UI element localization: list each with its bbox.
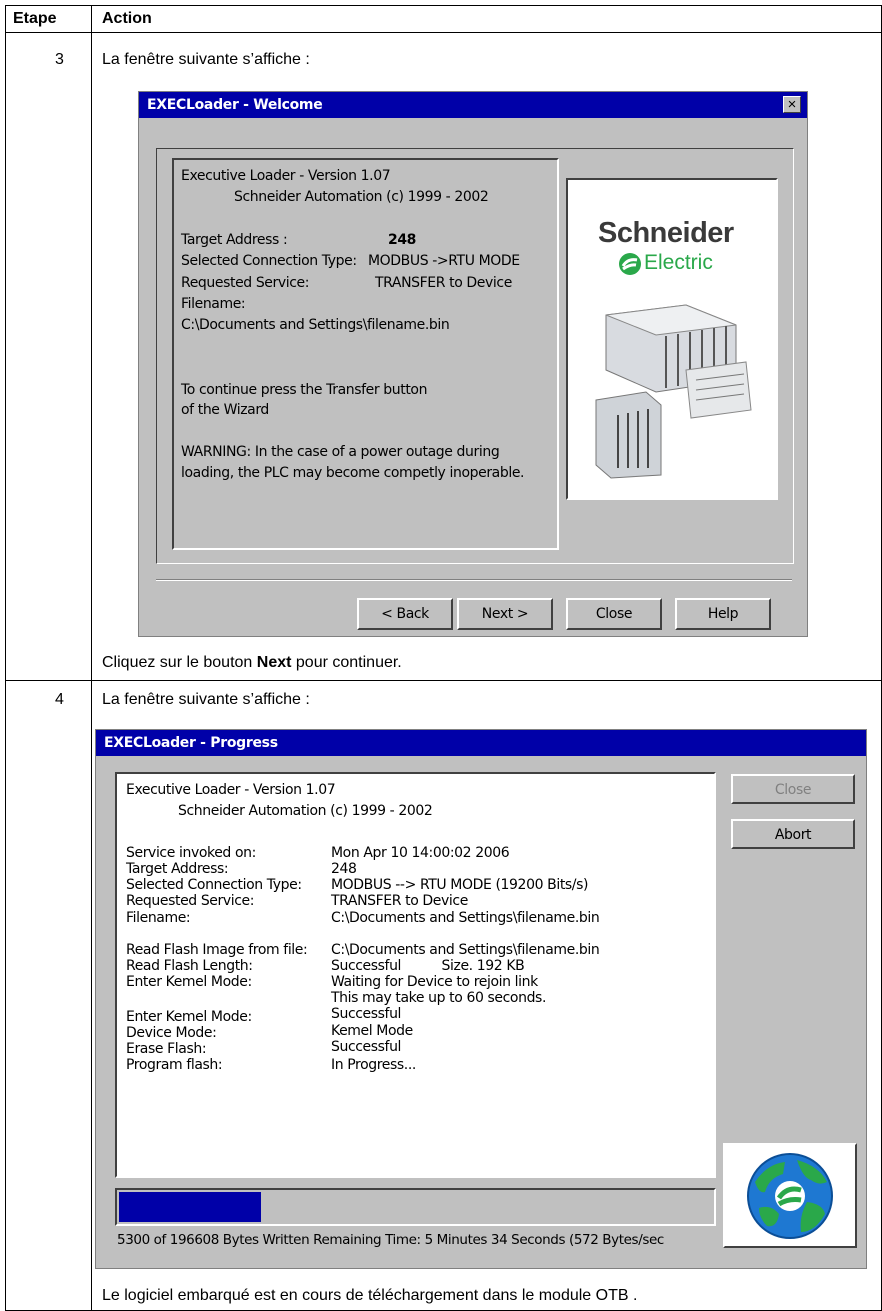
log-value: 248 bbox=[331, 861, 357, 877]
log-value: In Progress... bbox=[331, 1057, 416, 1073]
schneider-logo-panel: Schneider Electric bbox=[566, 178, 778, 500]
step-number-3: 3 bbox=[55, 51, 64, 68]
progress-bar bbox=[115, 1188, 716, 1226]
log-label: Device Mode: bbox=[126, 1025, 217, 1041]
progress-version-line: Executive Loader - Version 1.07 bbox=[126, 782, 336, 798]
abort-button[interactable]: Abort bbox=[731, 819, 855, 849]
progress-status-text: 5300 of 196608 Bytes Written Remaining T… bbox=[117, 1232, 664, 1248]
progress-dialog: EXECLoader - Progress Executive Loader -… bbox=[95, 729, 867, 1269]
progress-copyright-line: Schneider Automation (c) 1999 - 2002 bbox=[178, 803, 433, 819]
close-button[interactable]: Close bbox=[566, 598, 662, 630]
log-label: Requested Service: bbox=[126, 893, 255, 909]
log-label: Program flash: bbox=[126, 1057, 223, 1073]
welcome-warning-line2: loading, the PLC may become competly ino… bbox=[181, 465, 525, 481]
log-label: Read Flash Image from file: bbox=[126, 942, 308, 958]
log-label: Target Address: bbox=[126, 861, 229, 877]
globe-panel bbox=[723, 1143, 857, 1248]
step3-intro: La fenêtre suivante s’affiche : bbox=[102, 51, 310, 68]
welcome-version-line: Executive Loader - Version 1.07 bbox=[181, 168, 391, 184]
welcome-warning-line1: WARNING: In the case of a power outage d… bbox=[181, 444, 500, 460]
log-value: Waiting for Device to rejoin link bbox=[331, 974, 538, 990]
step3-instruction: Cliquez sur le bouton Next pour continue… bbox=[102, 654, 402, 671]
log-value: C:\Documents and Settings\filename.bin bbox=[331, 910, 600, 926]
progress-titlebar: EXECLoader - Progress bbox=[96, 730, 866, 756]
welcome-copyright-line: Schneider Automation (c) 1999 - 2002 bbox=[234, 189, 489, 205]
welcome-conn-value: MODBUS ->RTU MODE bbox=[368, 253, 520, 269]
brand-name: Schneider bbox=[598, 217, 734, 249]
log-value: Successful Size. 192 KB bbox=[331, 958, 525, 974]
header-step: Etape bbox=[13, 10, 57, 27]
log-value: C:\Documents and Settings\filename.bin bbox=[331, 942, 600, 958]
log-value: TRANSFER to Device bbox=[331, 893, 468, 909]
close-icon[interactable]: × bbox=[783, 96, 801, 113]
globe-icon bbox=[747, 1153, 833, 1239]
log-label: Read Flash Length: bbox=[126, 958, 253, 974]
schneider-logo-icon bbox=[618, 252, 642, 276]
welcome-titlebar: EXECLoader - Welcome bbox=[139, 92, 807, 118]
welcome-dialog: EXECLoader - Welcome × Executive Loader … bbox=[138, 91, 808, 637]
log-value: Successful bbox=[331, 1039, 402, 1055]
next-button[interactable]: Next > bbox=[457, 598, 553, 630]
welcome-service-value: TRANSFER to Device bbox=[375, 275, 512, 291]
welcome-continue-line1: To continue press the Transfer button bbox=[181, 382, 428, 398]
welcome-filename-label: Filename: bbox=[181, 296, 246, 312]
log-label: Filename: bbox=[126, 910, 191, 926]
header-divider bbox=[6, 32, 881, 33]
welcome-service-label: Requested Service: bbox=[181, 275, 310, 291]
log-label: Erase Flash: bbox=[126, 1041, 207, 1057]
welcome-continue-line2: of the Wizard bbox=[181, 402, 269, 418]
row-divider bbox=[6, 680, 881, 681]
log-label: Enter Kemel Mode: bbox=[126, 1009, 252, 1025]
step4-intro: La fenêtre suivante s’affiche : bbox=[102, 691, 310, 708]
log-value: Kemel Mode bbox=[331, 1023, 413, 1039]
log-label: Enter Kemel Mode: bbox=[126, 974, 252, 990]
welcome-target-value: 248 bbox=[388, 232, 417, 248]
welcome-button-separator bbox=[156, 579, 792, 581]
welcome-target-label: Target Address : bbox=[181, 232, 288, 248]
step4-result: Le logiciel embarqué est en cours de tél… bbox=[102, 1287, 638, 1304]
back-button[interactable]: < Back bbox=[357, 598, 453, 630]
log-value: MODBUS --> RTU MODE (19200 Bits/s) bbox=[331, 877, 589, 893]
welcome-filename-value: C:\Documents and Settings\filename.bin bbox=[181, 317, 450, 333]
plc-hardware-icon bbox=[595, 304, 752, 479]
welcome-info-panel bbox=[172, 158, 559, 550]
log-value: Mon Apr 10 14:00:02 2006 bbox=[331, 845, 510, 861]
header-action: Action bbox=[102, 10, 152, 27]
log-label: Service invoked on: bbox=[126, 845, 256, 861]
help-button[interactable]: Help bbox=[675, 598, 771, 630]
log-value: Successful bbox=[331, 1006, 402, 1022]
column-divider bbox=[91, 6, 92, 1310]
progress-bar-fill bbox=[119, 1192, 261, 1222]
log-value: This may take up to 60 seconds. bbox=[331, 990, 547, 1006]
close-button-disabled[interactable]: Close bbox=[731, 774, 855, 804]
brand-sub: Electric bbox=[644, 251, 713, 274]
welcome-conn-label: Selected Connection Type: bbox=[181, 253, 357, 269]
log-label: Selected Connection Type: bbox=[126, 877, 302, 893]
step-number-4: 4 bbox=[55, 691, 64, 708]
